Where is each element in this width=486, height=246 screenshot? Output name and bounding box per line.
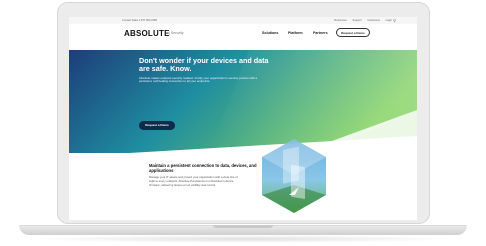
persistence-feature: Maintain a persistent connection to data… — [149, 163, 259, 188]
utility-links: Resources Support Customers Login — [329, 19, 392, 22]
laptop-shadow — [30, 235, 456, 243]
resources-link[interactable]: Resources — [334, 19, 346, 22]
nav-solutions[interactable]: Solutions — [262, 31, 278, 35]
absolute-logo[interactable]: ABSOLUTE — [124, 29, 170, 38]
feature-description: Manage your IT assets and protect your o… — [149, 175, 238, 187]
laptop-notch — [213, 225, 273, 228]
logo-subtitle: | Security — [169, 31, 184, 35]
hero-section: Don't wonder if your devices and data ar… — [69, 50, 417, 153]
nav-platform[interactable]: Platform — [288, 31, 303, 35]
login-link[interactable]: Login — [386, 19, 392, 22]
customers-link[interactable]: Customers — [367, 19, 380, 22]
laptop-screen: Contact Sales 1 877 660 2289 Resources S… — [69, 17, 417, 220]
feature-heading: Maintain a persistent connection to data… — [149, 163, 257, 174]
search-icon[interactable]: ⚲ — [393, 18, 396, 23]
hero-headline: Don't wonder if your devices and data ar… — [139, 56, 269, 74]
utility-bar: Contact Sales 1 877 660 2289 Resources S… — [69, 17, 417, 24]
hero-description: Absolute makes endpoint security resilie… — [139, 75, 258, 84]
hero-text: Don't wonder if your devices and data ar… — [139, 56, 269, 84]
request-demo-hero-button[interactable]: Request a Demo — [139, 121, 175, 130]
support-link[interactable]: Support — [353, 19, 362, 22]
nav-partners[interactable]: Partners — [313, 31, 328, 35]
persistence-hexagon-icon — [262, 139, 326, 213]
contact-sales-link[interactable]: Contact Sales 1 877 660 2289 — [122, 19, 157, 22]
request-demo-nav-button[interactable]: Request a Demo — [336, 28, 370, 37]
